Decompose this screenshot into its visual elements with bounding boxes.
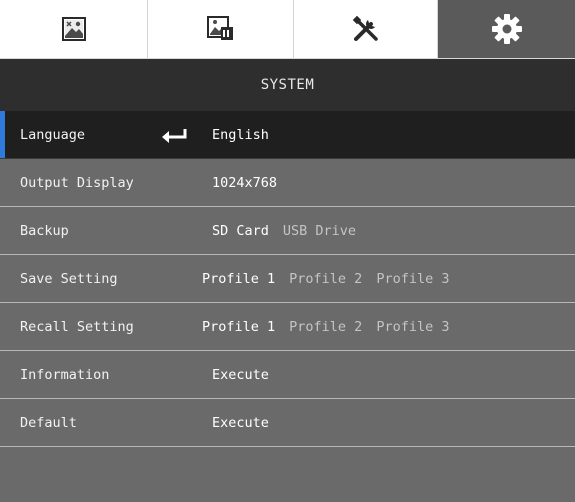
menu-footer-area: [0, 457, 575, 502]
option-profile-1[interactable]: Profile 1: [202, 255, 275, 303]
row-label: Information: [20, 367, 110, 383]
tab-image-edit[interactable]: [148, 0, 294, 58]
tab-bar: [0, 0, 575, 59]
row-options: English: [202, 111, 269, 159]
menu-row-save-setting[interactable]: Save Setting Profile 1 Profile 2 Profile…: [0, 255, 575, 303]
row-options: Profile 1 Profile 2 Profile 3: [202, 255, 449, 303]
menu-row-backup[interactable]: Backup SD Card USB Drive: [0, 207, 575, 255]
option-usb-drive[interactable]: USB Drive: [283, 207, 356, 255]
option-profile-1[interactable]: Profile 1: [202, 303, 275, 351]
option-english[interactable]: English: [212, 111, 269, 159]
menu-row-default[interactable]: Default Execute: [0, 399, 575, 447]
row-options: Profile 1 Profile 2 Profile 3: [202, 303, 449, 351]
option-profile-3[interactable]: Profile 3: [376, 303, 449, 351]
enter-icon: [162, 129, 187, 143]
row-label: Recall Setting: [20, 319, 134, 335]
picture-icon: [61, 17, 86, 41]
row-label: Output Display: [20, 175, 134, 191]
row-options: SD Card USB Drive: [202, 207, 356, 255]
tab-picture[interactable]: [0, 0, 148, 58]
tab-tools[interactable]: [294, 0, 438, 58]
option-profile-2[interactable]: Profile 2: [289, 255, 362, 303]
option-resolution[interactable]: 1024x768: [212, 159, 277, 207]
option-execute[interactable]: Execute: [212, 399, 269, 447]
option-sd-card[interactable]: SD Card: [212, 207, 269, 255]
osd-menu: SYSTEM Language English Output Display 1…: [0, 0, 575, 502]
option-profile-3[interactable]: Profile 3: [376, 255, 449, 303]
row-options: Execute: [202, 351, 269, 399]
menu-row-recall-setting[interactable]: Recall Setting Profile 1 Profile 2 Profi…: [0, 303, 575, 351]
menu-title: SYSTEM: [0, 59, 575, 111]
option-execute[interactable]: Execute: [212, 351, 269, 399]
row-label: Language: [20, 127, 86, 143]
menu-row-language[interactable]: Language English: [0, 111, 575, 159]
image-edit-icon: [206, 16, 233, 40]
gear-icon: [491, 14, 522, 44]
row-options: 1024x768: [202, 159, 277, 207]
row-label: Save Setting: [20, 271, 118, 287]
row-label: Backup: [20, 223, 69, 239]
option-profile-2[interactable]: Profile 2: [289, 303, 362, 351]
row-options: Execute: [202, 399, 269, 447]
tools-icon: [352, 15, 378, 41]
settings-list: Language English Output Display 1024x768…: [0, 111, 575, 447]
menu-row-output-display[interactable]: Output Display 1024x768: [0, 159, 575, 207]
row-label: Default: [20, 415, 77, 431]
tab-system[interactable]: [438, 0, 575, 58]
menu-row-information[interactable]: Information Execute: [0, 351, 575, 399]
